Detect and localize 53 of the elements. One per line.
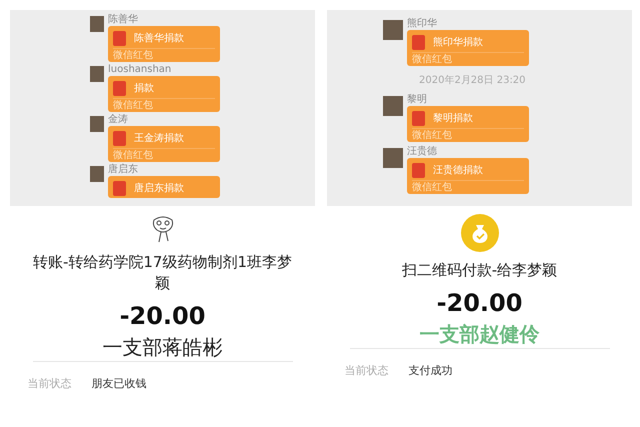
packet-title: 黎明捐款	[433, 112, 473, 125]
packet-title: 唐启东捐款	[134, 182, 184, 195]
envelope-icon	[113, 80, 126, 96]
avatar-photo	[90, 66, 104, 82]
packet-label: 微信红包	[412, 128, 524, 141]
sender-name: 汪贵德	[407, 146, 438, 157]
chat-timestamp: 2020年2月28日 23:20	[419, 74, 526, 87]
money-packet-bubble[interactable]: 汪贵德捐款 微信红包	[407, 158, 529, 194]
money-packet-bubble[interactable]: 陈善华捐款 微信红包	[108, 26, 220, 62]
envelope-icon	[113, 130, 126, 146]
packet-title: 捐款	[134, 82, 154, 95]
envelope-icon	[412, 110, 425, 126]
transaction-amount: -20.00	[436, 289, 522, 317]
envelope-icon	[113, 180, 126, 196]
money-packet-bubble[interactable]: 唐启东捐款	[108, 176, 220, 198]
money-packet-bubble[interactable]: 捐款 微信红包	[108, 76, 220, 112]
envelope-icon	[412, 162, 425, 178]
envelope-icon	[113, 30, 126, 46]
sender-name: 唐启东	[108, 164, 139, 175]
money-packet-bubble[interactable]: 黎明捐款 微信红包	[407, 106, 529, 142]
avatar-photo	[90, 16, 104, 32]
status-value: 朋友已收钱	[92, 376, 146, 391]
avatar-photo	[383, 148, 403, 168]
name-overlay-text: 一支部赵健伶	[420, 321, 540, 348]
money-packet-bubble[interactable]: 熊印华捐款 微信红包	[407, 30, 529, 66]
envelope-icon	[412, 34, 425, 50]
money-bag-check-icon	[460, 214, 498, 252]
money-packet-bubble[interactable]: 王金涛捐款 微信红包	[108, 126, 220, 162]
transaction-amount: -20.00	[120, 302, 206, 330]
packet-label: 微信红包	[113, 48, 215, 61]
sender-name: 金涛	[108, 114, 129, 125]
packet-title: 王金涛捐款	[134, 132, 184, 145]
packet-title: 陈善华捐款	[134, 32, 184, 45]
name-overlay-text: 一支部蒋皓彬	[102, 334, 222, 361]
sender-name: luoshanshan	[108, 64, 172, 75]
status-label: 当前状态	[344, 363, 388, 378]
avatar-photo	[90, 166, 104, 182]
packet-label: 微信红包	[113, 148, 215, 161]
status-value: 支付成功	[408, 363, 452, 378]
packet-label: 微信红包	[412, 180, 524, 193]
transaction-title: 转账-转给药学院17级药物制剂1班李梦颖	[32, 252, 294, 294]
avatar-photo	[383, 96, 403, 116]
sender-name: 熊印华	[407, 18, 438, 29]
packet-title: 汪贵德捐款	[433, 164, 483, 177]
sender-name: 黎明	[407, 94, 428, 105]
packet-title: 熊印华捐款	[433, 36, 483, 49]
transaction-title: 扫二维码付款-给李梦颖	[400, 260, 558, 281]
packet-label: 微信红包	[113, 98, 215, 111]
status-label: 当前状态	[28, 376, 72, 391]
avatar-photo	[383, 20, 403, 40]
avatar-photo	[90, 116, 104, 132]
packet-label: 微信红包	[412, 52, 524, 65]
sender-name: 陈善华	[108, 14, 139, 25]
